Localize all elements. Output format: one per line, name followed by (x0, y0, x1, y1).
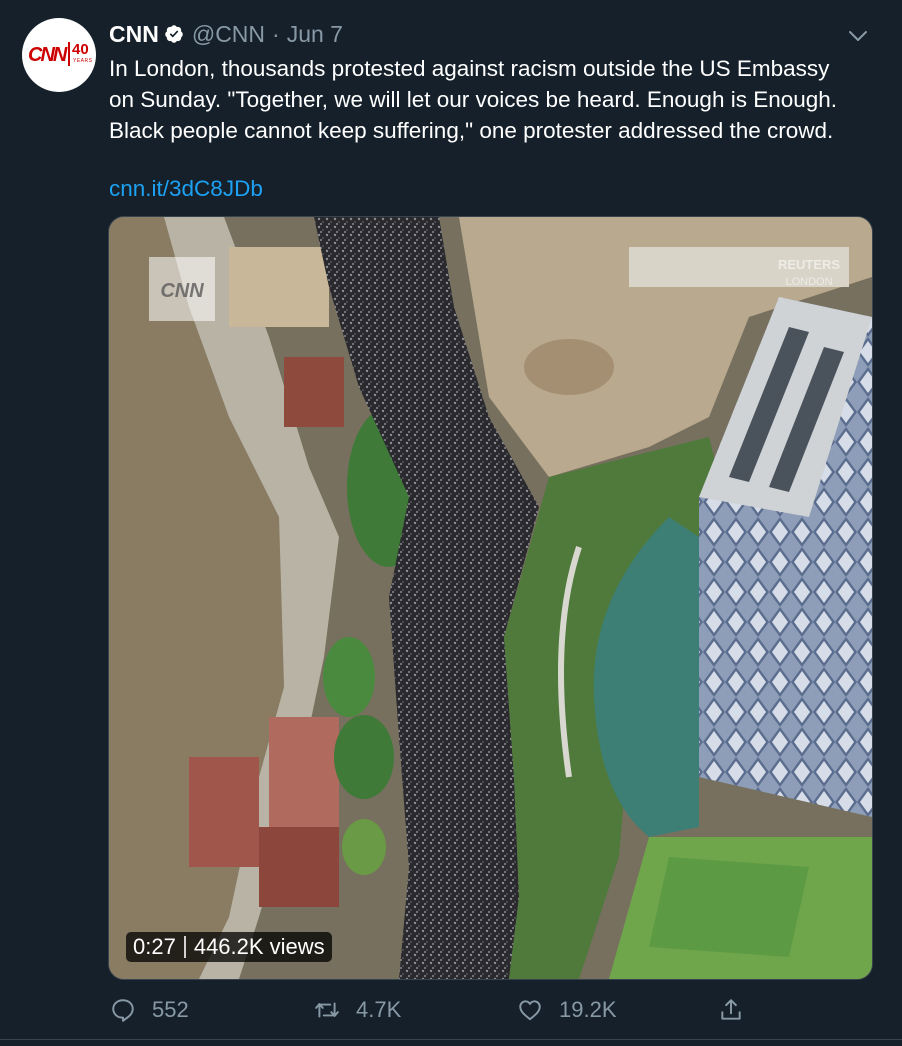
video-player[interactable]: CNN REUTERS LONDON (108, 216, 873, 980)
badge-separator (183, 936, 186, 958)
avatar-badge-sub: YEARS (73, 58, 93, 64)
tweet-divider (0, 1039, 902, 1040)
watermark-location: LONDON (785, 276, 832, 288)
share-button[interactable] (718, 994, 760, 1026)
verified-icon (165, 25, 183, 43)
retweet-icon (315, 1002, 339, 1018)
retweet-count: 4.7K (356, 997, 402, 1022)
reply-count: 552 (152, 997, 189, 1022)
avatar-divider (68, 42, 70, 66)
author-handle[interactable]: @CNN (192, 21, 265, 48)
overlay-logo: CNN (160, 280, 204, 302)
reply-icon (112, 999, 134, 1022)
share-icon (721, 999, 741, 1020)
avatar-logo-text: CNN (28, 44, 67, 66)
avatar-badge-number: 40 (72, 41, 89, 58)
watermark-reuters: REUTERS (778, 257, 840, 272)
like-button[interactable]: 19.2K (517, 994, 617, 1026)
header-separator: · (272, 20, 280, 47)
tweet-text: In London, thousands protested against r… (109, 56, 838, 143)
video-frame: CNN REUTERS LONDON (109, 217, 872, 979)
video-duration: 0:27 (133, 934, 176, 959)
tweet-link[interactable]: cnn.it/3dC8JDb (109, 173, 263, 204)
video-views: 446.2K views (193, 934, 325, 959)
tweet-date[interactable]: Jun 7 (287, 21, 343, 48)
caret-down-icon[interactable] (846, 24, 870, 48)
like-icon (519, 1000, 541, 1021)
tweet-header: CNN @CNN · Jun 7 (109, 19, 343, 49)
video-stats-badge: 0:27 446.2K views (126, 932, 332, 962)
reply-button[interactable]: 552 (110, 994, 189, 1026)
like-count: 19.2K (559, 997, 617, 1022)
tweet[interactable]: CNN 40 YEARS CNN @CNN · Jun 7 In London,… (0, 0, 902, 1046)
avatar[interactable]: CNN 40 YEARS (22, 18, 96, 92)
author-name[interactable]: CNN (109, 21, 159, 48)
retweet-button[interactable]: 4.7K (314, 994, 401, 1026)
